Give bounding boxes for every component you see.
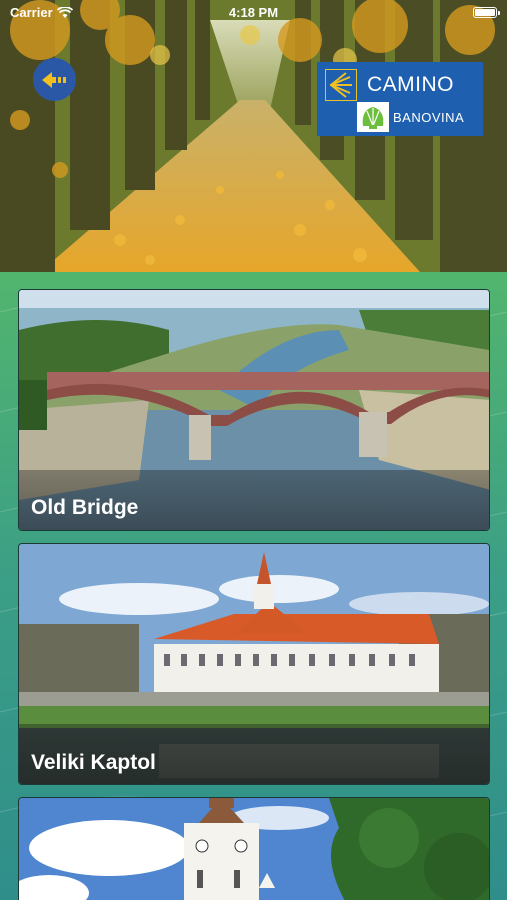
battery-icon — [473, 7, 500, 18]
green-shell-icon — [357, 102, 389, 132]
place-card-old-bridge[interactable]: Old Bridge — [18, 289, 490, 531]
place-title: Old Bridge — [31, 496, 139, 519]
logo-title: CAMINO — [367, 73, 454, 96]
header-image — [0, 0, 507, 272]
back-arrow-icon — [41, 71, 66, 88]
place-title: Veliki Kaptol — [31, 751, 156, 774]
place-card-church[interactable] — [18, 797, 490, 900]
status-bar: Carrier 4:18 PM — [0, 0, 507, 24]
scallop-shell-icon — [325, 69, 357, 101]
status-time: 4:18 PM — [228, 5, 279, 20]
place-card-veliki-kaptol[interactable]: Veliki Kaptol — [18, 543, 490, 785]
logo-subtitle: BANOVINA — [393, 110, 465, 125]
back-button[interactable] — [33, 58, 76, 101]
camino-banovina-logo: CAMINO BANOVINA — [317, 62, 483, 136]
